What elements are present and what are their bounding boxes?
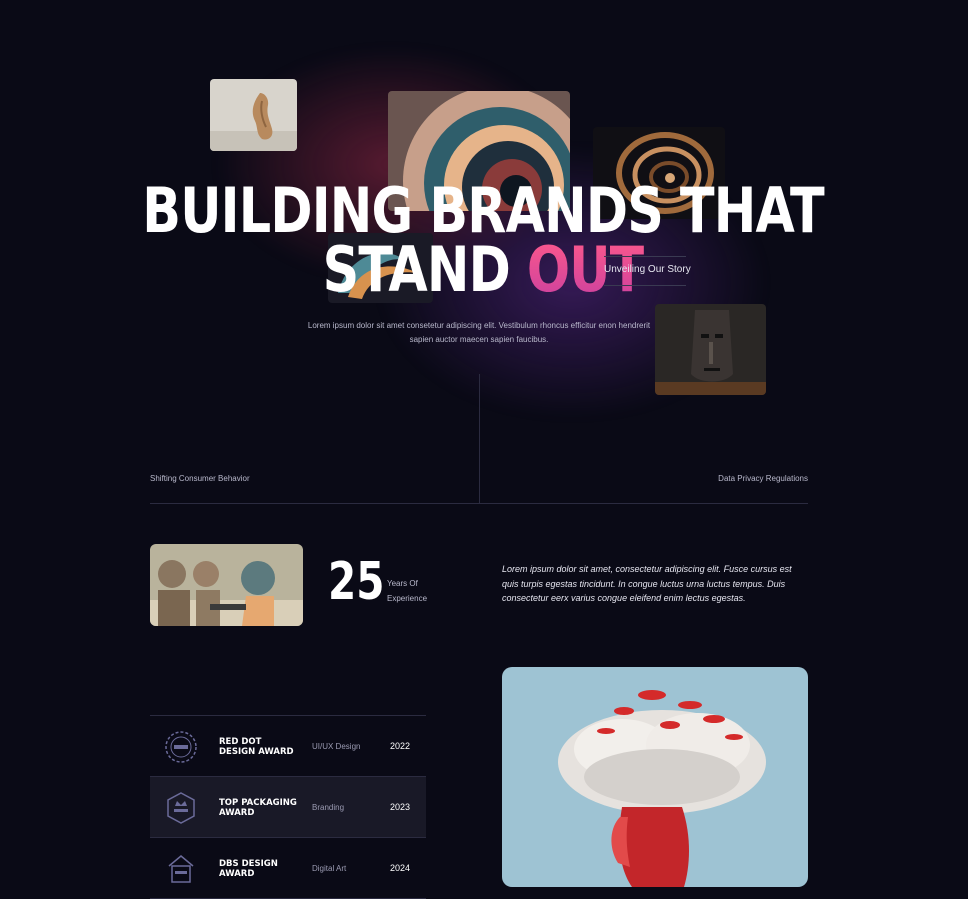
mask-sculpture-image <box>655 304 766 395</box>
award-year: 2022 <box>390 741 411 751</box>
award-category: Branding <box>312 803 345 812</box>
crown-badge-icon <box>167 792 195 824</box>
awards-list: Red Dot Design Award UI/UX Design 2022 T… <box>150 715 426 899</box>
laurel-award-icon <box>165 731 197 763</box>
award-year: 2023 <box>390 802 411 812</box>
robots-image <box>150 544 303 626</box>
award-name: DBS Design Award <box>219 859 278 879</box>
experience-label: Years Of Experience <box>387 579 428 603</box>
award-category: Digital Art <box>312 864 347 873</box>
hero-title-plain: STAND <box>322 233 527 306</box>
unveiling-story-link[interactable]: Unveiling Our Story <box>604 256 691 286</box>
award-category: UI/UX Design <box>312 742 361 751</box>
hero-description: Lorem ipsum dolor sit amet consetetur ad… <box>307 321 651 344</box>
award-row[interactable]: Red Dot Design Award UI/UX Design 2022 <box>150 716 426 777</box>
experience-number: 25 <box>328 552 385 612</box>
hero-title-line-2: STAND OUT <box>86 238 880 302</box>
award-row[interactable]: Top Packaging Award Branding 2023 <box>150 777 426 838</box>
section-divider <box>150 503 808 504</box>
experience-quote: Lorem ipsum dolor sit amet, consectetur … <box>502 564 792 603</box>
topic-left: Shifting Consumer Behavior <box>150 474 250 483</box>
award-name: Red Dot Design Award <box>219 737 294 757</box>
award-year: 2024 <box>390 863 411 873</box>
center-divider <box>479 374 480 503</box>
vase-image <box>210 79 297 151</box>
award-row[interactable]: DBS Design Award Digital Art 2024 <box>150 838 426 899</box>
award-name: Top Packaging Award <box>219 798 297 818</box>
cloud-head-image <box>502 667 808 887</box>
topic-right: Data Privacy Regulations <box>718 474 808 483</box>
house-badge-icon <box>168 855 194 883</box>
